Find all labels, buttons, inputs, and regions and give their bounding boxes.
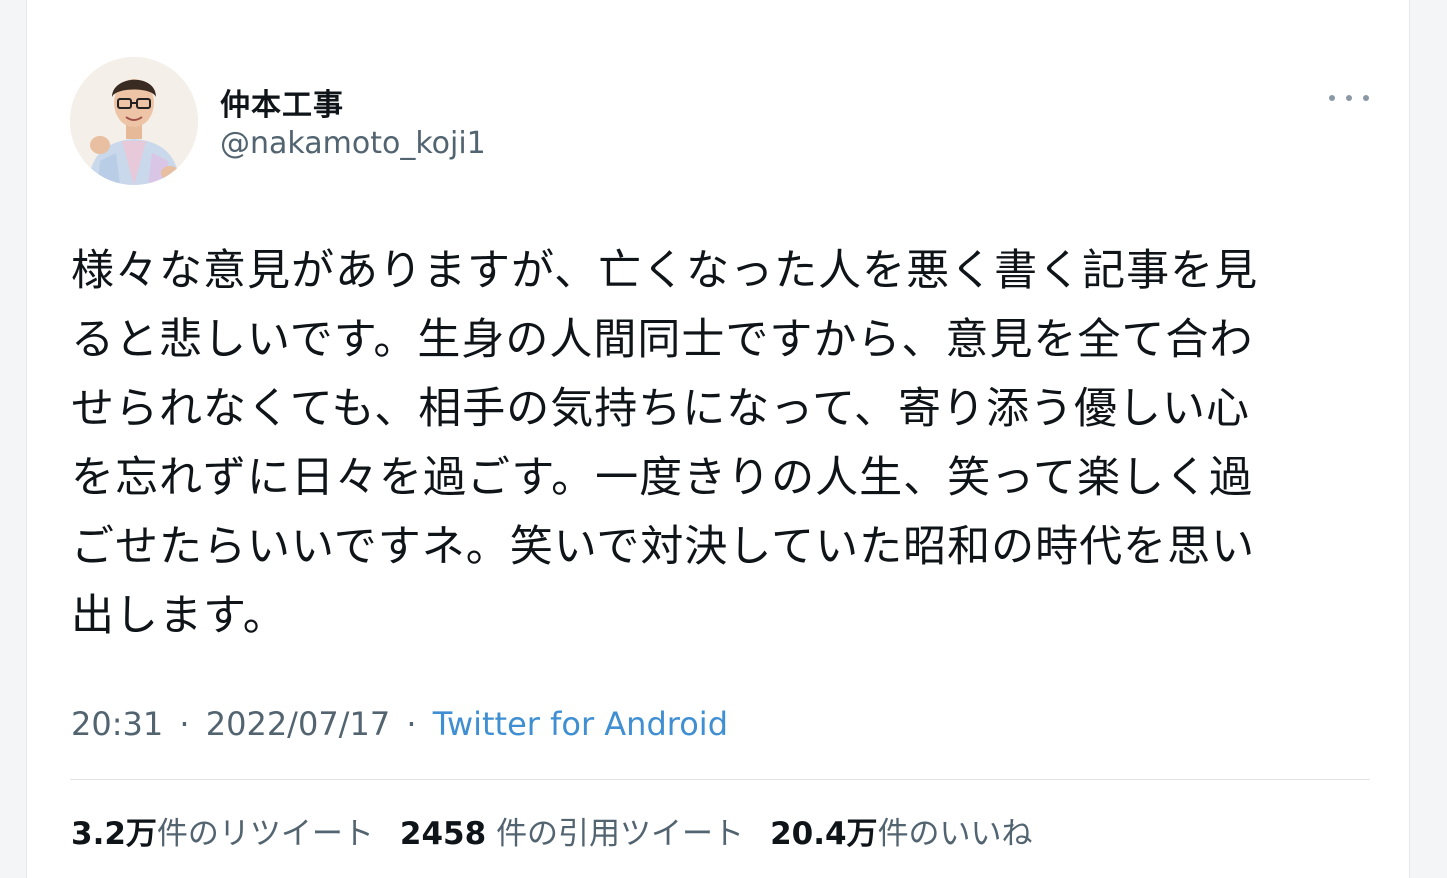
likes-count: 20.4万 (770, 816, 878, 852)
meta-separator: · (179, 705, 190, 743)
user-avatar-photo-icon (70, 57, 198, 185)
retweets-count: 3.2万 (71, 816, 157, 852)
more-dot-icon (1329, 95, 1335, 101)
more-dot-icon (1346, 95, 1352, 101)
meta-separator: · (406, 705, 417, 743)
quote-tweets-stat[interactable]: 2458 件の引用ツイート (400, 808, 744, 853)
quotes-count: 2458 (399, 816, 487, 852)
retweets-label: 件のリツイート (156, 816, 374, 852)
tweet-card: 仲本工事 @nakamoto_koji1 様々な意見がありますが、亡くなった人を… (26, 0, 1410, 878)
likes-label: 件のいいね (877, 816, 1033, 852)
author-handle[interactable]: @nakamoto_koji1 (220, 126, 486, 161)
tweet-text: 様々な意見がありますが、亡くなった人を悪く書く記事を見 ると悲しいです。生身の人… (71, 246, 1259, 641)
quotes-label: 件の引用ツイート (496, 816, 745, 852)
engagement-stats: 3.2万件のリツイート 2458 件の引用ツイート 20.4万件のいいね (71, 808, 1033, 853)
tweet-source-link[interactable]: Twitter for Android (433, 705, 728, 743)
author-name[interactable]: 仲本工事 (220, 80, 344, 124)
tweet-time[interactable]: 20:31 (71, 705, 163, 743)
more-dot-icon (1363, 95, 1369, 101)
tweet-date[interactable]: 2022/07/17 (206, 705, 390, 743)
retweets-stat[interactable]: 3.2万件のリツイート (71, 808, 374, 853)
author-avatar[interactable] (70, 57, 198, 185)
tweet-metadata: 20:31 · 2022/07/17 · Twitter for Android (71, 705, 728, 743)
likes-stat[interactable]: 20.4万件のいいね (770, 808, 1033, 853)
more-options-button[interactable] (1329, 84, 1369, 112)
divider (70, 779, 1370, 780)
